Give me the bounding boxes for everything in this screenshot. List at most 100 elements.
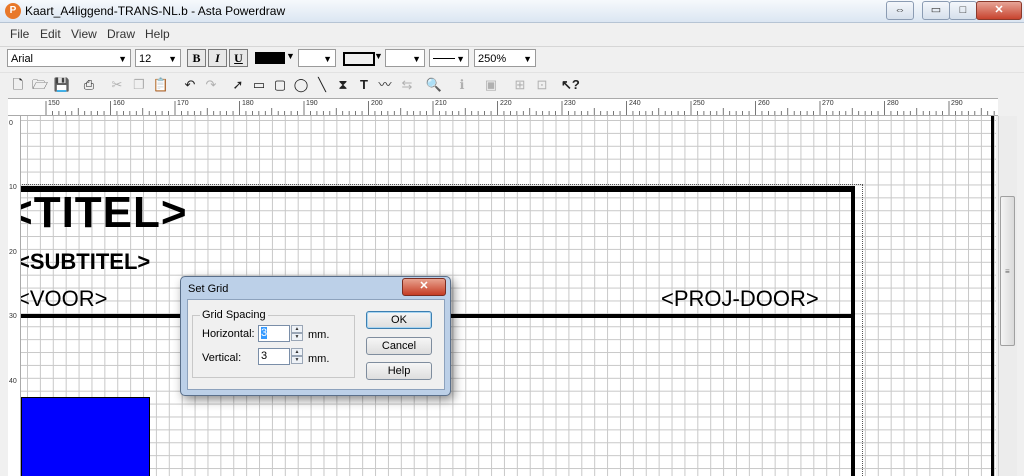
print-icon[interactable]: ⎙ [80,76,98,94]
ok-button[interactable]: OK [366,311,432,329]
spin-down-icon[interactable]: ▼ [291,333,303,341]
chevron-down-icon: ▼ [168,54,177,64]
border-style-button[interactable]: ▼ [341,49,383,67]
drawing-canvas[interactable]: <TITEL> <SUBTITEL> <VOOR> <PROJ-DOOR> [21,116,996,476]
close-button[interactable]: ✕ [976,1,1022,20]
connector-icon[interactable]: ⇆ [398,76,416,94]
italic-button[interactable]: I [208,49,227,67]
cut-icon[interactable]: ✂ [108,76,126,94]
fill-color-button[interactable]: ▼ [254,49,295,67]
ruler-label: 30 [9,313,17,320]
rectangle-icon[interactable]: ▭ [250,76,268,94]
font-size-value: 12 [139,53,152,65]
grip-icon: ≡ [1005,267,1010,276]
page-edge [991,116,994,476]
font-select[interactable]: Arial ▼ [7,49,131,67]
proj-door-text[interactable]: <PROJ-DOOR> [661,286,819,312]
ellipse-icon[interactable]: ◯ [292,76,310,94]
ruler-label: 230 [564,100,576,107]
new-icon[interactable]: 🗋 [9,76,27,94]
save-icon[interactable]: 💾 [53,76,71,94]
underline-button[interactable]: U [229,49,248,67]
help-button[interactable]: Help [366,362,432,380]
align-icon[interactable]: ⊞ [511,76,529,94]
open-icon[interactable]: 🗁 [31,76,49,94]
text-icon[interactable]: T [355,76,373,94]
ruler-label: 200 [371,100,383,107]
blue-rectangle[interactable] [21,397,150,476]
spin-up-icon[interactable]: ▲ [291,325,303,333]
ruler-label: 160 [113,100,125,107]
line-style-icon [433,58,455,59]
horizontal-value: 3 [261,327,268,339]
horizontal-spinner[interactable]: ▲ ▼ [291,325,303,342]
menu-file[interactable]: File [10,27,29,41]
undo-icon[interactable]: ↶ [181,76,199,94]
spin-down-icon[interactable]: ▼ [291,356,303,364]
vertical-ruler: 0 10 20 30 40 [8,116,21,476]
app-icon: P [5,3,21,19]
chevron-down-icon: ▼ [323,54,332,64]
menu-edit[interactable]: Edit [40,27,61,41]
maximize-button[interactable]: □ [949,1,977,20]
copy-icon[interactable]: ❐ [130,76,148,94]
symbol-icon[interactable]: ⧗ [334,76,352,94]
context-help-icon[interactable]: ↖? [561,76,580,94]
zoom-icon[interactable]: 🔍 [425,76,443,94]
ruler-label: 40 [9,378,17,385]
ruler-label: 20 [9,249,17,256]
shadow-select[interactable]: ▼ [385,49,425,67]
titel-text[interactable]: <TITEL> [21,188,188,238]
menu-bar: File Edit View Draw Help [0,24,1024,43]
ruler-label: 270 [822,100,834,107]
minimize-button[interactable]: ▭ [922,1,950,20]
restore-down-button[interactable]: ⇔ [886,1,914,20]
ruler-label: 220 [500,100,512,107]
ruler-label: 290 [951,100,963,107]
line-icon[interactable]: ╲ [313,76,331,94]
pointer-icon[interactable]: ➚ [229,76,247,94]
vertical-scrollbar[interactable]: ≡ [998,116,1017,476]
menu-draw[interactable]: Draw [107,27,135,41]
zoom-select[interactable]: 250% ▼ [474,49,536,67]
chevron-down-icon: ▼ [286,51,295,61]
horizontal-unit: mm. [308,329,330,341]
chevron-down-icon: ▼ [412,54,421,64]
spin-up-icon[interactable]: ▲ [291,348,303,356]
ruler-label: 170 [177,100,189,107]
group-icon[interactable]: ▣ [482,76,500,94]
polyline-icon[interactable]: 〰 [376,76,394,94]
cancel-button[interactable]: Cancel [366,337,432,355]
ruler-label: 180 [242,100,254,107]
dialog-close-button[interactable]: ✕ [402,278,446,296]
subtitel-text[interactable]: <SUBTITEL> [21,249,150,275]
border-style-icon [343,52,375,66]
line-color-select[interactable]: ▼ [298,49,336,67]
ruler-label: 240 [629,100,641,107]
chevron-down-icon: ▼ [118,54,127,64]
menu-view[interactable]: View [71,27,97,41]
grid-spacing-label: Grid Spacing [200,309,268,321]
rounded-rectangle-icon[interactable]: ▢ [271,76,289,94]
info-icon[interactable]: ℹ [453,76,471,94]
window-title: Kaart_A4liggend-TRANS-NL.b - Asta Powerd… [25,4,286,18]
line-style-select[interactable]: ▼ [429,49,469,67]
paste-icon[interactable]: 📋 [152,76,170,94]
redo-icon[interactable]: ↷ [202,76,220,94]
scrollbar-thumb[interactable]: ≡ [1000,196,1015,346]
ruler-label: 210 [435,100,447,107]
tool-toolbar: 🗋 🗁 💾 ⎙ ✂ ❐ 📋 ↶ ↷ ➚ ▭ ▢ ◯ ╲ ⧗ T 〰 ⇆ 🔍 ℹ … [0,72,1024,97]
bold-button[interactable]: B [187,49,206,67]
dialog-body: Grid Spacing Horizontal: 3 ▲ ▼ mm. Verti… [187,299,445,390]
horizontal-input[interactable]: 3 [258,325,290,342]
font-size-select[interactable]: 12 ▼ [135,49,181,67]
arrange-icon[interactable]: ⊡ [533,76,551,94]
zoom-value: 250% [478,53,507,65]
vertical-input[interactable]: 3 [258,348,290,365]
ruler-label: 260 [758,100,770,107]
voor-text[interactable]: <VOOR> [21,286,107,312]
title-bar: P Kaart_A4liggend-TRANS-NL.b - Asta Powe… [0,0,1024,23]
menu-help[interactable]: Help [145,27,170,41]
chevron-down-icon: ▼ [523,54,532,64]
vertical-spinner[interactable]: ▲ ▼ [291,348,303,365]
